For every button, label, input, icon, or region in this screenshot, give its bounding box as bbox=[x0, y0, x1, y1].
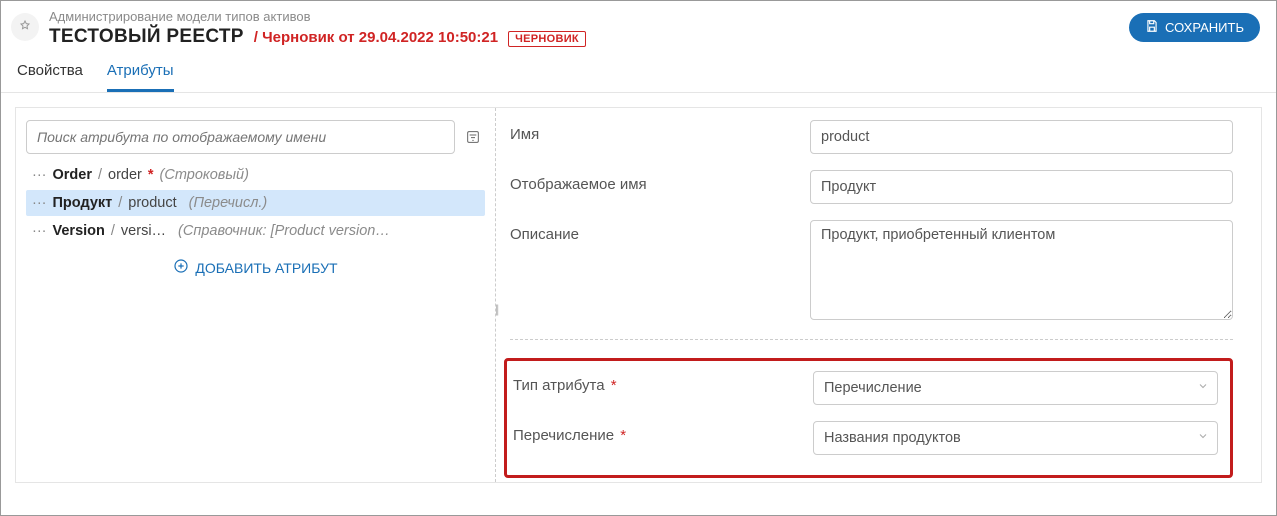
chevron-down-icon bbox=[1197, 430, 1209, 446]
attr-item-order[interactable]: ··· Order / order * (Строковый) bbox=[26, 162, 485, 188]
attr-type: (Справочник: [Product version… bbox=[178, 223, 390, 239]
search-row bbox=[26, 120, 485, 154]
tab-properties[interactable]: Свойства bbox=[17, 62, 83, 92]
input-name[interactable] bbox=[810, 120, 1233, 154]
attr-required: * bbox=[148, 167, 154, 183]
attr-code: product bbox=[128, 195, 176, 211]
plus-circle-icon bbox=[173, 258, 189, 277]
attr-display: Продукт bbox=[53, 195, 113, 211]
filter-icon bbox=[465, 129, 481, 145]
save-button[interactable]: СОХРАНИТЬ bbox=[1129, 13, 1260, 42]
label-type: Тип атрибута * bbox=[513, 371, 813, 394]
highlight-box: Тип атрибута * Перечисление bbox=[504, 358, 1233, 478]
page-title: ТЕСТОВЫЙ РЕЕСТР bbox=[49, 26, 244, 48]
row-display: Отображаемое имя bbox=[510, 170, 1233, 204]
select-enum[interactable]: Названия продуктов bbox=[813, 421, 1218, 455]
row-name: Имя bbox=[510, 120, 1233, 154]
attr-display: Order bbox=[53, 167, 93, 183]
input-display[interactable] bbox=[810, 170, 1233, 204]
label-description: Описание bbox=[510, 220, 810, 243]
search-input[interactable] bbox=[26, 120, 455, 154]
select-enum-value: Названия продуктов bbox=[824, 430, 961, 446]
split-handle[interactable]: || bbox=[495, 302, 497, 316]
label-enum: Перечисление * bbox=[513, 421, 813, 444]
title-row: ТЕСТОВЫЙ РЕЕСТР / Черновик от 29.04.2022… bbox=[49, 26, 1119, 48]
select-type[interactable]: Перечисление bbox=[813, 371, 1218, 405]
header: Администрирование модели типов активов Т… bbox=[1, 1, 1276, 48]
header-text: Администрирование модели типов активов Т… bbox=[49, 9, 1119, 48]
row-description: Описание Продукт, приобретенный клиентом bbox=[510, 220, 1233, 323]
tree-dash-icon: ··· bbox=[32, 167, 47, 183]
app-root: Администрирование модели типов активов Т… bbox=[0, 0, 1277, 516]
label-display: Отображаемое имя bbox=[510, 170, 810, 193]
section-divider bbox=[510, 339, 1233, 340]
row-enum: Перечисление * Названия продуктов bbox=[513, 421, 1218, 455]
body: ··· Order / order * (Строковый) ··· Прод… bbox=[1, 93, 1276, 497]
tabs: Свойства Атрибуты bbox=[1, 48, 1276, 93]
save-icon bbox=[1145, 19, 1159, 36]
attr-display: Version bbox=[53, 223, 105, 239]
add-attribute-label: ДОБАВИТЬ АТРИБУТ bbox=[195, 260, 337, 276]
attr-code: versi… bbox=[121, 223, 166, 239]
draft-badge: ЧЕРНОВИК bbox=[508, 31, 586, 47]
tree-dash-icon: ··· bbox=[32, 195, 47, 211]
save-button-label: СОХРАНИТЬ bbox=[1165, 20, 1244, 35]
tab-attributes[interactable]: Атрибуты bbox=[107, 62, 174, 92]
filter-button[interactable] bbox=[461, 125, 485, 149]
add-attribute-button[interactable]: ДОБАВИТЬ АТРИБУТ bbox=[26, 258, 485, 277]
attr-code: order bbox=[108, 167, 142, 183]
input-description[interactable]: Продукт, приобретенный клиентом bbox=[810, 220, 1233, 320]
model-icon bbox=[11, 13, 39, 41]
details: Имя Отображаемое имя Описание Продукт, п… bbox=[496, 108, 1261, 482]
attr-item-product[interactable]: ··· Продукт / product (Перечисл.) bbox=[26, 190, 485, 216]
chevron-down-icon bbox=[1197, 380, 1209, 396]
label-name: Имя bbox=[510, 120, 810, 143]
attr-item-version[interactable]: ··· Version / versi… (Справочник: [Produ… bbox=[26, 218, 485, 244]
breadcrumb: Администрирование модели типов активов bbox=[49, 9, 1119, 24]
select-type-value: Перечисление bbox=[824, 380, 922, 396]
tree-dash-icon: ··· bbox=[32, 223, 47, 239]
sidebar: ··· Order / order * (Строковый) ··· Прод… bbox=[16, 108, 496, 482]
draft-timestamp: / Черновик от 29.04.2022 10:50:21 bbox=[254, 29, 498, 46]
row-type: Тип атрибута * Перечисление bbox=[513, 371, 1218, 405]
attr-type: (Перечисл.) bbox=[189, 195, 268, 211]
panel: ··· Order / order * (Строковый) ··· Прод… bbox=[15, 107, 1262, 483]
attr-type: (Строковый) bbox=[160, 167, 249, 183]
